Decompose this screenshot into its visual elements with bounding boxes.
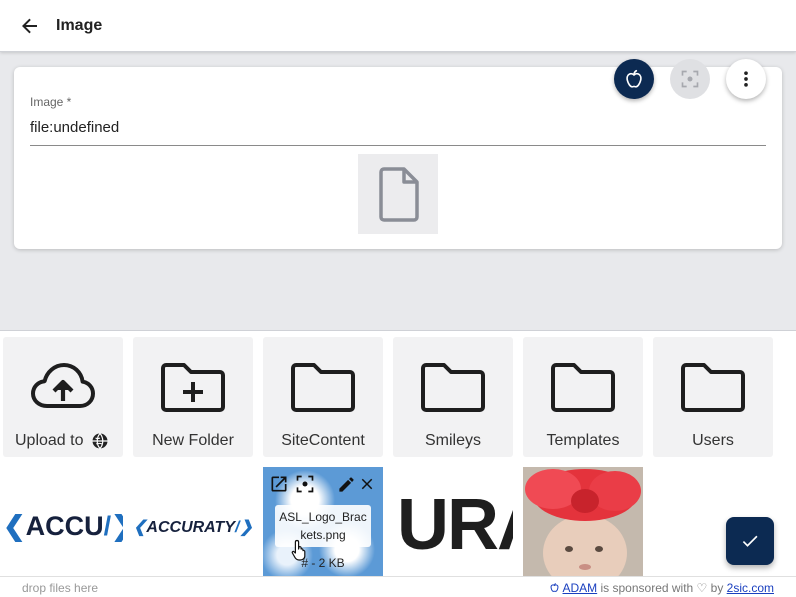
logo-ura: URA: [397, 485, 513, 565]
focus-icon: [296, 475, 314, 493]
close-icon: [361, 478, 373, 490]
open-external-button[interactable]: [268, 473, 290, 495]
sponsor-mid-text: is sponsored with ♡ by: [597, 581, 727, 595]
folder-icon: [551, 363, 615, 412]
rename-button[interactable]: [335, 473, 357, 495]
file-size: # - 2 KB: [301, 556, 345, 570]
folder-plus-icon: [161, 363, 225, 412]
open-in-new-icon: [271, 476, 287, 492]
adam-link[interactable]: ADAM: [563, 581, 598, 595]
file-thumb-ura-logo[interactable]: URA: [393, 467, 513, 577]
folder-label: SiteContent: [281, 432, 365, 449]
focus-icon: [681, 70, 699, 88]
upload-label: Upload to: [15, 432, 84, 449]
cloud-upload-icon: [31, 363, 95, 408]
folder-icon: [681, 363, 745, 412]
save-button[interactable]: [726, 517, 774, 565]
globe-icon[interactable]: [91, 432, 109, 450]
folder-icon: [291, 363, 355, 412]
delete-file-button[interactable]: [356, 473, 378, 495]
company-link[interactable]: 2sic.com: [727, 581, 774, 595]
field-label: Image *: [30, 95, 72, 109]
upload-tile[interactable]: Upload to: [3, 337, 123, 457]
folder-tile-sitecontent[interactable]: SiteContent: [263, 337, 383, 457]
new-folder-tile[interactable]: New Folder: [133, 337, 253, 457]
folder-label: Smileys: [424, 432, 481, 449]
file-thumb-baby-photo[interactable]: [523, 467, 643, 577]
file-thumb-accu-logo[interactable]: ❮ACCU/❯: [3, 467, 123, 577]
adam-toggle-button[interactable]: [614, 59, 654, 99]
folder-label: Templates: [546, 432, 620, 449]
apple-icon: [550, 582, 559, 592]
focus-file-button[interactable]: [294, 473, 316, 495]
more-vert-icon: [744, 71, 748, 87]
logo-accu: ❮ACCU/❯: [3, 511, 123, 541]
file-thumb-asl-logo[interactable]: ASL_Logo_Brac kets.png # - 2 KB: [263, 467, 383, 577]
logo-accuraty: ❮ACCURATY/❯: [133, 519, 253, 536]
arrow-left-icon: [22, 18, 37, 33]
new-folder-label: New Folder: [152, 432, 234, 449]
image-input[interactable]: file:undefined: [30, 119, 119, 136]
folder-tile-smileys[interactable]: Smileys: [393, 337, 513, 457]
file-name: ASL_Logo_Brac kets.png: [275, 505, 371, 547]
hand-cursor-icon: [291, 539, 306, 561]
back-button[interactable]: [18, 14, 42, 38]
baby-photo-image: [523, 467, 643, 577]
pencil-icon: [338, 476, 354, 492]
folder-icon: [421, 363, 485, 412]
adam-footer: drop files here ADAM is sponsored with ♡…: [0, 576, 796, 597]
focus-button[interactable]: [670, 59, 710, 99]
file-thumb-accuraty-logo[interactable]: ❮ACCURATY/❯: [133, 467, 253, 577]
folder-tile-templates[interactable]: Templates: [523, 337, 643, 457]
drop-hint: drop files here: [22, 581, 99, 595]
page-title: Image: [56, 16, 103, 34]
adam-browser: Upload to New Folder SiteContent Smileys…: [0, 330, 796, 597]
folder-tile-users[interactable]: Users: [653, 337, 773, 457]
file-actions: [263, 471, 383, 495]
field-underline: [30, 145, 766, 146]
file-icon: [379, 167, 419, 222]
file-preview[interactable]: [358, 154, 438, 234]
apple-icon: [626, 69, 642, 88]
check-icon: [742, 535, 758, 547]
header-bar: Image: [0, 0, 796, 52]
image-field-card: Image * file:undefined: [14, 67, 782, 249]
more-options-button[interactable]: [726, 59, 766, 99]
folder-label: Users: [692, 432, 734, 449]
sponsor-text: ADAM is sponsored with ♡ by 2sic.com: [549, 581, 774, 595]
